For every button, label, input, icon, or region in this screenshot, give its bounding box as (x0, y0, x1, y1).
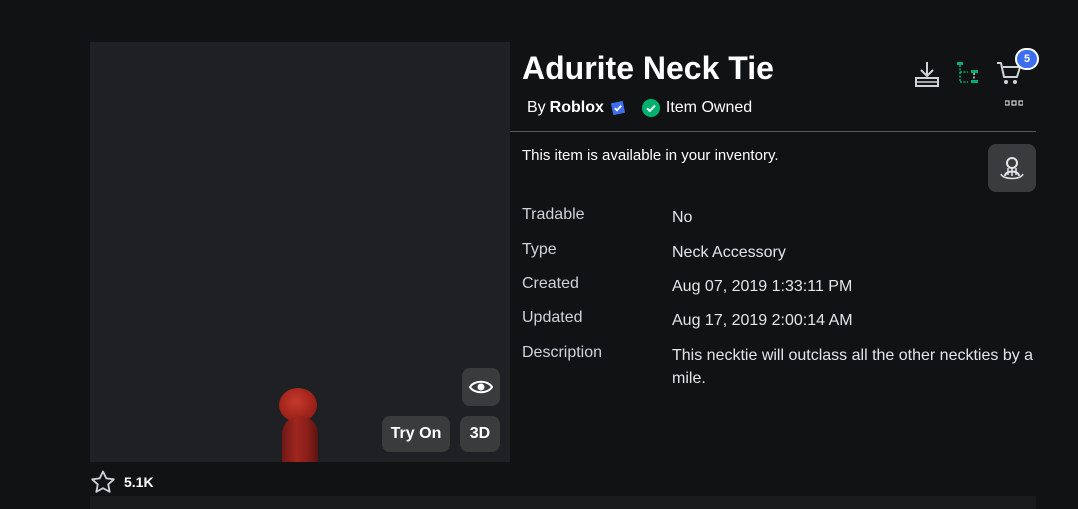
item-owned-status: Item Owned (641, 99, 753, 117)
availability-text: This item is available in your inventory… (522, 147, 779, 164)
more-options-button[interactable] (1004, 97, 1024, 109)
header-divider (510, 131, 1036, 132)
try-on-avatar-button[interactable] (988, 144, 1036, 192)
hierarchy-icon (957, 62, 978, 83)
detail-value: Neck Accessory (672, 244, 786, 261)
creator-link[interactable]: Roblox (550, 99, 604, 117)
item-viewer[interactable]: Try On 3D (90, 42, 510, 462)
detail-label: Type (522, 241, 557, 258)
eye-icon (469, 380, 493, 394)
try-on-icon (1000, 157, 1024, 180)
3d-toggle-button[interactable]: 3D (460, 416, 500, 452)
download-icon (915, 62, 939, 87)
star-icon[interactable] (90, 470, 116, 494)
detail-value: This necktie will outclass all the other… (672, 347, 1034, 387)
hide-ui-button[interactable] (462, 368, 500, 406)
by-prefix: By (527, 99, 546, 116)
detail-value: Aug 17, 2019 2:00:14 AM (672, 312, 853, 329)
hierarchy-button[interactable] (955, 59, 981, 87)
verified-icon (610, 100, 626, 116)
try-on-button[interactable]: Try On (382, 416, 450, 452)
byline: By Roblox Item Owned (527, 99, 752, 117)
detail-label: Created (522, 275, 579, 292)
detail-label: Description (522, 344, 603, 361)
owned-label: Item Owned (665, 99, 753, 116)
detail-label: Updated (522, 309, 583, 326)
favorite-count: 5.1K (124, 474, 154, 490)
page-title: Adurite Neck Tie (522, 50, 774, 86)
download-button[interactable] (913, 59, 941, 89)
check-circle-icon (641, 99, 660, 117)
lower-section (90, 496, 1036, 509)
tie-body-render (282, 416, 318, 462)
more-icon (1005, 100, 1023, 106)
detail-label: Tradable (522, 206, 585, 223)
detail-value: Aug 07, 2019 1:33:11 PM (672, 278, 853, 295)
cart-count-badge: 5 (1015, 48, 1039, 70)
detail-value: No (672, 209, 693, 226)
